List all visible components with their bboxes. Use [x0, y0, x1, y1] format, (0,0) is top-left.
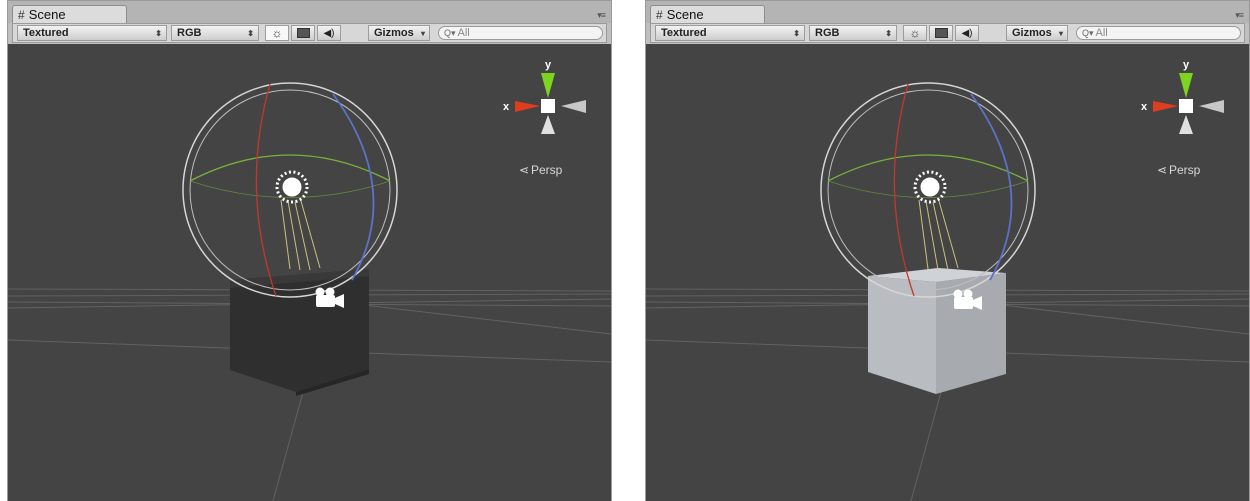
- color-mode-dropdown[interactable]: RGB ⬍: [809, 25, 897, 41]
- image-icon: [934, 28, 948, 38]
- scene-panel-left: # Scene ▾≡ Textured ⬍ RGB ⬍ ☼ ◀) Gizmos …: [7, 0, 612, 501]
- scene-icon: #: [656, 7, 663, 22]
- dropdown-arrow-icon: ⬍: [793, 29, 800, 38]
- projection-icon: ⋖: [1157, 163, 1167, 177]
- audio-toggle[interactable]: ◀): [317, 25, 341, 41]
- axis-y-label: y: [1183, 59, 1190, 71]
- projection-icon: ⋖: [519, 163, 529, 177]
- render-mode-dropdown[interactable]: Textured ⬍: [17, 25, 167, 41]
- light-gizmo-icon: [920, 177, 940, 197]
- image-icon: [296, 28, 310, 38]
- axis-y-label: y: [545, 59, 552, 71]
- scene-icon: #: [18, 7, 25, 22]
- dropdown-arrow-icon: ⬍: [885, 29, 892, 38]
- scene-panel-right: # Scene ▾≡ Textured ⬍ RGB ⬍ ☼ ◀) Gizmos …: [645, 0, 1250, 501]
- render-mode-dropdown[interactable]: Textured ⬍: [655, 25, 805, 41]
- axis-x-label: x: [1141, 101, 1148, 113]
- scene-toolbar: Textured ⬍ RGB ⬍ ☼ ◀) Gizmos ▾ Q▾ All: [650, 23, 1245, 43]
- color-mode-dropdown[interactable]: RGB ⬍: [171, 25, 259, 41]
- scene-fx-toggle[interactable]: [291, 25, 315, 41]
- gizmos-label: Gizmos: [374, 27, 414, 39]
- scene-viewport[interactable]: y x ⋖ Persp: [8, 44, 611, 501]
- scene-toolbar: Textured ⬍ RGB ⬍ ☼ ◀) Gizmos ▾ Q▾ All: [12, 23, 607, 43]
- audio-toggle[interactable]: ◀): [955, 25, 979, 41]
- color-mode-value: RGB: [177, 27, 202, 39]
- gizmos-dropdown[interactable]: Gizmos ▾: [1006, 25, 1068, 41]
- render-mode-value: Textured: [661, 27, 707, 39]
- tab-strip: # Scene ▾≡: [8, 1, 611, 23]
- tab-label: Scene: [666, 7, 704, 22]
- projection-label[interactable]: Persp: [531, 163, 563, 177]
- tab-label: Scene: [28, 7, 66, 22]
- lighting-toggle[interactable]: ☼: [265, 25, 289, 41]
- search-placeholder: All: [1095, 27, 1108, 39]
- search-icon: Q▾: [1082, 27, 1094, 38]
- light-gizmo-icon: [282, 177, 302, 197]
- dropdown-arrow-icon: ⬍: [155, 29, 162, 38]
- lighting-icon: ☼: [909, 26, 921, 40]
- dropdown-arrow-icon: ⬍: [247, 29, 254, 38]
- audio-icon: ◀): [961, 27, 973, 39]
- gizmos-label: Gizmos: [1012, 27, 1052, 39]
- panel-menu-icon[interactable]: ▾≡: [1235, 10, 1244, 21]
- tab-scene[interactable]: # Scene: [650, 5, 765, 23]
- tab-scene[interactable]: # Scene: [12, 5, 127, 23]
- render-mode-value: Textured: [23, 27, 69, 39]
- dropdown-arrow-icon: ▾: [1058, 29, 1063, 38]
- lighting-toggle[interactable]: ☼: [903, 25, 927, 41]
- search-icon: Q▾: [444, 27, 456, 38]
- gizmos-dropdown[interactable]: Gizmos ▾: [368, 25, 430, 41]
- axis-x-label: x: [503, 101, 510, 113]
- dropdown-arrow-icon: ▾: [420, 29, 425, 38]
- tab-strip: # Scene ▾≡: [646, 1, 1249, 23]
- panel-menu-icon[interactable]: ▾≡: [597, 10, 606, 21]
- scene-viewport[interactable]: y x ⋖ Persp: [646, 44, 1249, 501]
- audio-icon: ◀): [323, 27, 335, 39]
- cube-object[interactable]: [868, 268, 1006, 394]
- search-input[interactable]: Q▾ All: [1076, 26, 1241, 40]
- projection-label[interactable]: Persp: [1169, 163, 1201, 177]
- search-input[interactable]: Q▾ All: [438, 26, 603, 40]
- lighting-icon: ☼: [271, 26, 283, 40]
- color-mode-value: RGB: [815, 27, 840, 39]
- scene-fx-toggle[interactable]: [929, 25, 953, 41]
- search-placeholder: All: [457, 27, 470, 39]
